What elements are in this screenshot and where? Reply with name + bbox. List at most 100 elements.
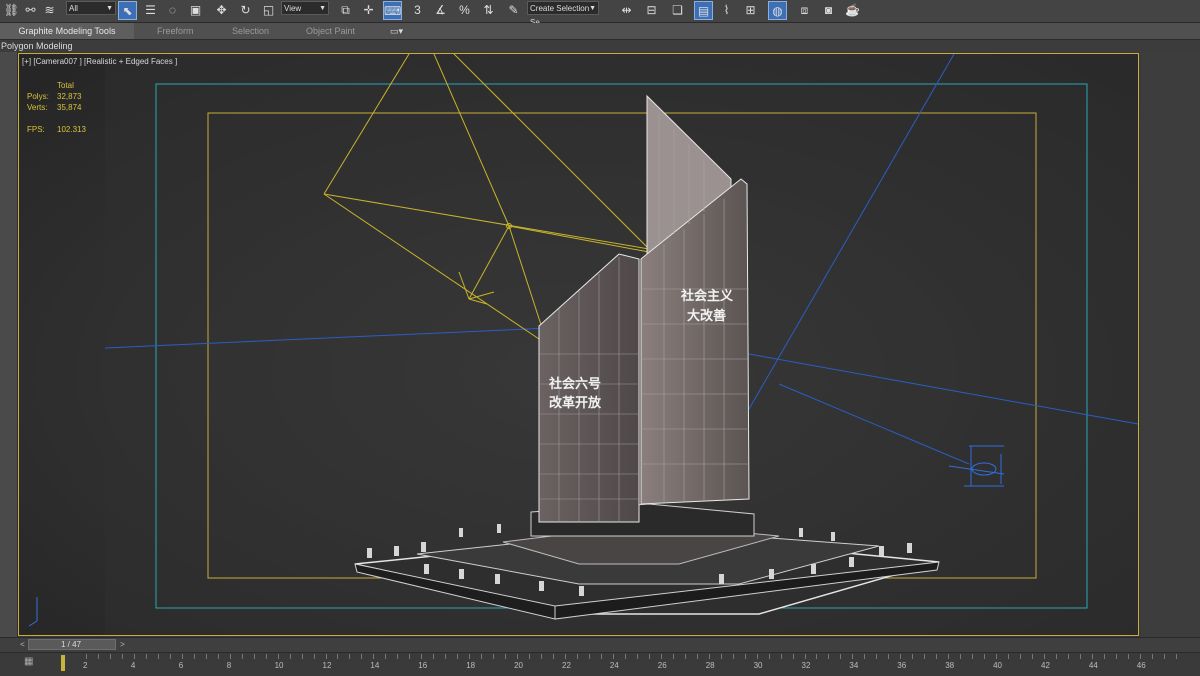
timeline-tick <box>912 654 914 659</box>
select-object-button[interactable]: ⬉ <box>118 1 137 20</box>
inscription-line-1: 社会主义 <box>680 288 734 304</box>
timeline-tick <box>217 654 219 659</box>
timeline-tick <box>421 654 423 659</box>
selection-filter-dropdown[interactable]: All ▼ <box>66 1 116 15</box>
timeline-tick <box>636 654 638 659</box>
track-bar[interactable]: ▦ 2 4 6 8 10 12 14 16 18 20 22 24 26 28 30 32 34 36 38 40 42… <box>0 652 1200 676</box>
tab-object-paint[interactable]: Object Paint <box>306 23 355 39</box>
align-icon[interactable]: ⊟ <box>642 1 661 20</box>
viewport-scene: 社会主义 大改善 社会六号 改革开放 <box>19 54 1138 635</box>
timeline-tick <box>181 654 183 659</box>
timeline-tick <box>1032 654 1034 659</box>
timeline-tick <box>433 654 435 659</box>
timeline-tick <box>133 654 135 659</box>
timeline-tick-label: 30 <box>753 661 763 670</box>
timeline-tick <box>169 654 171 659</box>
rotate-icon[interactable]: ↻ <box>236 1 255 20</box>
move-icon[interactable]: ✥ <box>212 1 231 20</box>
schematic-view-icon[interactable]: ⊞ <box>741 1 760 20</box>
pivot-center-icon[interactable]: ⧉ <box>336 1 355 20</box>
timeline-tick <box>828 654 830 659</box>
timeline-tick <box>337 654 339 659</box>
rectangular-selection-icon[interactable]: ◌ <box>163 1 182 20</box>
timeline-tick-label: 22 <box>562 661 571 670</box>
timeline-tick <box>157 654 159 659</box>
timeline-tick <box>672 654 674 659</box>
timeline-tick <box>1091 654 1093 659</box>
timeline-tick <box>948 654 950 659</box>
bind-spacewarp-icon[interactable]: ≋ <box>40 1 59 20</box>
angle-snap-icon[interactable]: ∡ <box>431 1 450 20</box>
frame-display: 1 / 47 <box>61 640 82 649</box>
reference-coordinate-dropdown[interactable]: View ▼ <box>281 1 329 15</box>
material-sphere-icon: ◍ <box>772 4 783 18</box>
timeline-tick <box>864 654 866 659</box>
timeline-tick <box>349 654 351 659</box>
timeline-tick <box>1020 654 1022 659</box>
keyboard-shortcut-override-button[interactable]: ⌨ <box>383 1 402 20</box>
timeline-tick <box>277 654 279 659</box>
spinner-snap-icon[interactable]: ⇅ <box>479 1 498 20</box>
inscription-line-3: 社会六号 <box>548 376 601 392</box>
timeline-tick <box>517 654 519 659</box>
timeline-tick <box>505 654 507 659</box>
timeline-tick <box>457 654 459 659</box>
timeline-tick <box>313 654 315 659</box>
viewport-label-menu[interactable]: [+] [Camera007 ] [Realistic + Edged Face… <box>22 57 177 66</box>
ribbon-options-icon[interactable]: ▭▾ <box>390 23 403 39</box>
fps-label: FPS: <box>27 125 45 134</box>
timeline-tick <box>576 654 578 659</box>
render-setup-icon[interactable]: ⧈ <box>795 1 814 20</box>
render-production-icon[interactable]: ☕ <box>843 1 862 20</box>
timeline-tick <box>648 654 650 659</box>
curve-editor-icon[interactable]: ⌇ <box>717 1 736 20</box>
mini-curve-editor-icon[interactable]: ▦ <box>24 656 38 668</box>
timeline-tick <box>684 654 686 659</box>
select-by-name-icon[interactable]: ☰ <box>141 1 160 20</box>
ribbon-collapsed-panel[interactable] <box>0 52 18 637</box>
scale-icon[interactable]: ◱ <box>259 1 278 20</box>
viewport-statistics: Total Polys: 32,873 Verts: 35,874 FPS: 102.… <box>27 80 127 135</box>
chevron-down-icon: ▼ <box>106 5 113 12</box>
layer-manager-icon[interactable]: ❏ <box>668 1 687 20</box>
material-editor-button[interactable]: ◍ <box>768 1 787 20</box>
select-manipulate-icon[interactable]: ✛ <box>359 1 378 20</box>
polygon-modeling-panel[interactable]: Polygon Modeling <box>0 40 1200 52</box>
timeline-tick <box>780 654 782 659</box>
mirror-icon[interactable]: ⇹ <box>617 1 636 20</box>
timeline-tick <box>984 654 986 659</box>
reference-coordinate-value: View <box>284 4 302 13</box>
tab-graphite-modeling-tools[interactable]: Graphite Modeling Tools <box>0 23 134 39</box>
named-selection-set-dropdown[interactable]: Create Selection Se▼ <box>527 1 599 27</box>
percent-snap-button[interactable]: % <box>455 1 474 20</box>
window-crossing-icon[interactable]: ▣ <box>186 1 205 20</box>
time-slider[interactable]: 1 / 47 <box>28 639 116 650</box>
graphite-ribbon-toggle-button[interactable]: ▤ <box>694 1 713 20</box>
tab-selection[interactable]: Selection <box>232 23 269 39</box>
timeline-tick <box>588 654 590 659</box>
tab-freeform[interactable]: Freeform <box>157 23 194 39</box>
link-icon[interactable]: ⛓ <box>2 1 21 20</box>
timeline-tick <box>301 654 303 659</box>
current-frame-marker[interactable] <box>61 655 65 671</box>
main-toolbar: ⛓ ⚯ ≋ All ▼ ⬉ ☰ ◌ ▣ ✥ ↻ ◱ View ▼ ⧉ ✛ ⌨ 3 ∡… <box>0 0 1200 27</box>
timeline-tick <box>756 654 758 659</box>
rendered-frame-window-icon[interactable]: ◙ <box>819 1 838 20</box>
snaps-toggle-button[interactable]: 3 <box>408 1 427 20</box>
timeline-tick-label: 18 <box>466 661 476 670</box>
timeline-tick <box>600 654 602 659</box>
unlink-icon[interactable]: ⚯ <box>21 1 40 20</box>
timeline-tick <box>1127 654 1129 659</box>
time-slider-bar: < 1 / 47 > <box>0 637 1200 652</box>
timeline-tick-label: 20 <box>514 661 523 670</box>
timeline-tick <box>612 654 614 659</box>
timeline-tick <box>888 654 890 659</box>
timeline-tick <box>792 654 794 659</box>
edit-named-selection-icon[interactable]: ✎ <box>504 1 523 20</box>
timeline-tick <box>840 654 842 659</box>
chevron-right-icon[interactable]: > <box>118 639 127 650</box>
camera-viewport[interactable]: 社会主义 大改善 社会六号 改革开放 [+] [Camera007 ] [Rea… <box>18 53 1139 636</box>
chevron-left-icon[interactable]: < <box>18 639 27 650</box>
ribbon-icon: ▤ <box>697 4 710 18</box>
polys-value: 32,873 <box>57 92 82 101</box>
